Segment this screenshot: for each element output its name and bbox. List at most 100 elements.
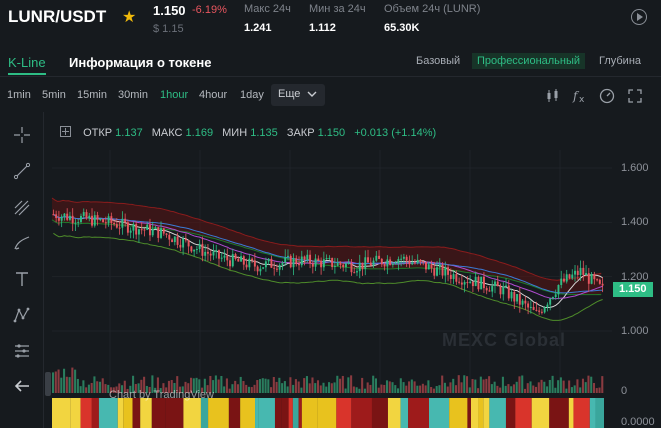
- volume-bar: [85, 387, 88, 393]
- volume-bar: [598, 387, 601, 393]
- candle-body: [91, 215, 93, 226]
- candle-body: [375, 255, 378, 261]
- volume-bar: [344, 388, 347, 393]
- heatmap-cell: [467, 398, 471, 428]
- volume-bar: [228, 388, 231, 393]
- volume-bar: [74, 369, 77, 393]
- candle-body: [549, 298, 552, 305]
- candle-body: [322, 259, 325, 268]
- candle-body: [77, 222, 80, 224]
- settings-gauge-icon[interactable]: [599, 88, 615, 104]
- fib-tool-icon[interactable]: [13, 199, 31, 217]
- volume-bar: [471, 379, 474, 393]
- fullscreen-icon[interactable]: [627, 88, 643, 104]
- candle-type-icon[interactable]: [545, 88, 561, 104]
- heatmap-cell: [165, 398, 184, 428]
- volume-bar: [474, 379, 477, 393]
- interval-30min[interactable]: 30min: [118, 89, 148, 101]
- volume-bar: [264, 378, 267, 393]
- interval-1day[interactable]: 1day: [240, 89, 264, 101]
- candle-body: [342, 264, 345, 268]
- candle-body: [333, 265, 336, 267]
- measure-icon[interactable]: [13, 342, 31, 360]
- volume-bar: [595, 388, 598, 393]
- volume-bar: [256, 380, 259, 393]
- volume-bar: [289, 377, 292, 393]
- indicator-fx-icon[interactable]: f x: [572, 88, 588, 104]
- interval-1hour[interactable]: 1hour: [160, 89, 188, 101]
- low-24h-value: 1.112: [309, 22, 336, 34]
- candle-body: [212, 251, 215, 256]
- candle-body: [93, 215, 96, 226]
- candle-body: [394, 263, 397, 265]
- view-basic[interactable]: Базовый: [416, 55, 460, 67]
- candle-body: [491, 285, 494, 292]
- pattern-icon[interactable]: [13, 306, 31, 324]
- candle-body: [339, 262, 342, 265]
- heatmap-cell: [400, 398, 409, 428]
- volume-bar: [454, 385, 458, 393]
- crosshair-icon[interactable]: [13, 126, 31, 144]
- candle-body: [419, 259, 422, 262]
- candle-body: [397, 259, 400, 264]
- candle-body: [251, 258, 254, 261]
- price-tick: 1.400: [621, 216, 649, 228]
- view-professional[interactable]: Профессиональный: [472, 53, 586, 69]
- interval-5min[interactable]: 5min: [42, 89, 66, 101]
- candle-body: [193, 249, 196, 252]
- candle-body: [471, 281, 474, 287]
- add-indicator-icon[interactable]: [60, 126, 71, 137]
- candle-body: [367, 257, 369, 263]
- volume-bar: [328, 382, 331, 393]
- ticker-header: LUNR/USDT ★ 1.150 -6.19% $ 1.15 Макс 24ч…: [0, 0, 661, 44]
- panel-resize-handle[interactable]: [45, 372, 51, 396]
- volume-bar: [361, 377, 364, 393]
- volume-bar: [397, 388, 400, 393]
- candle-body: [223, 255, 226, 258]
- candle-body: [118, 227, 121, 229]
- candle-body: [132, 224, 135, 231]
- candle-body: [256, 266, 259, 272]
- change-value: +0.013 (+1.14%): [354, 127, 437, 139]
- pair-title[interactable]: LUNR/USDT: [8, 7, 106, 27]
- volume-bar: [581, 378, 584, 393]
- volume-bar: [521, 375, 524, 393]
- tab-kline[interactable]: K-Line: [8, 55, 46, 75]
- volume-bar: [377, 387, 380, 393]
- candle-body: [485, 288, 488, 291]
- heatmap-cell: [200, 398, 209, 428]
- candle-body: [162, 228, 165, 234]
- candle-body: [527, 303, 530, 308]
- volume-bar: [557, 380, 560, 393]
- heatmap-cell: [371, 398, 388, 428]
- trend-line-icon[interactable]: [13, 162, 31, 180]
- tab-token-info[interactable]: Информация о токене: [69, 55, 211, 70]
- candle-body: [102, 219, 105, 223]
- view-depth[interactable]: Глубина: [599, 55, 641, 67]
- chevron-down-icon: [307, 91, 317, 97]
- volume-bar: [358, 388, 361, 393]
- candle-body: [52, 214, 55, 216]
- volume-bar: [468, 387, 471, 393]
- volume-bar: [305, 376, 308, 393]
- candle-body: [171, 239, 174, 243]
- interval-1min[interactable]: 1min: [7, 89, 31, 101]
- more-intervals-dropdown[interactable]: Еще: [271, 84, 325, 106]
- interval-15min[interactable]: 15min: [77, 89, 107, 101]
- candle-body: [184, 238, 187, 241]
- favorite-star-icon[interactable]: ★: [122, 7, 136, 27]
- volume-axis-label: 0: [621, 385, 628, 397]
- candle-body: [320, 260, 323, 268]
- close-value: 1.150: [317, 127, 346, 139]
- low-label: МИН: [222, 127, 248, 139]
- candle-body: [507, 285, 510, 299]
- back-arrow-icon[interactable]: [13, 377, 31, 395]
- interval-4hour[interactable]: 4hour: [199, 89, 227, 101]
- candle-body: [516, 294, 519, 302]
- text-tool-icon[interactable]: [13, 270, 31, 288]
- volume-bar: [438, 385, 441, 393]
- brush-icon[interactable]: [13, 234, 31, 252]
- play-video-icon[interactable]: [631, 9, 647, 25]
- candle-body: [151, 228, 154, 236]
- candle-body: [502, 286, 505, 295]
